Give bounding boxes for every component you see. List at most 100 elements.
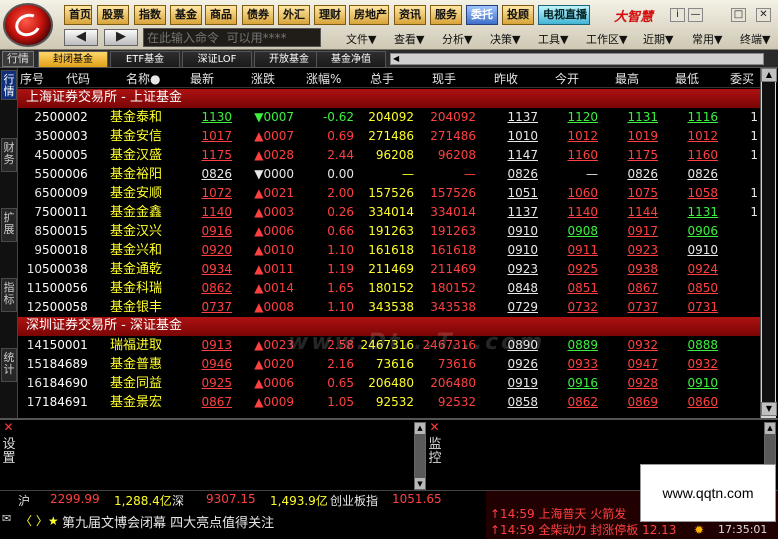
table-row[interactable]: 15 184689 基金普惠 0946 ▲0020 2.16 73616 73616 0926 0…	[18, 355, 760, 374]
cell-low: 1012	[687, 129, 718, 143]
vtab-financial[interactable]: 财务	[1, 138, 17, 172]
nav-button-trade[interactable]: 委托	[466, 5, 498, 25]
mail-icon[interactable]: ✉	[2, 512, 11, 525]
table-vertical-scrollbar[interactable]: ▲ ▼	[760, 68, 777, 418]
table-row[interactable]: 11 500056 基金科瑞 0862 ▲0014 1.65 180152 180152 084…	[18, 279, 760, 298]
nav-button-commodity[interactable]: 商品	[205, 5, 237, 25]
scroll-thumb[interactable]	[415, 434, 425, 478]
vtab-extend[interactable]: 扩展	[1, 208, 17, 242]
menu-decision[interactable]: 决策▼	[490, 31, 520, 47]
nav-button-finance[interactable]: 理财	[314, 5, 346, 25]
col-header-open[interactable]: 今开	[555, 70, 579, 87]
tab-market[interactable]: 行情	[2, 51, 34, 67]
col-header-index[interactable]: 序号	[20, 70, 44, 87]
nav-button-fund[interactable]: 基金	[170, 5, 202, 25]
nav-button-stocks[interactable]: 股票	[97, 5, 129, 25]
table-row[interactable]: 3 500003 基金安信 1017 ▲0007 0.69 271486 271486 1010…	[18, 127, 760, 146]
table-row[interactable]: 8 500015 基金汉兴 0916 ▲0006 0.66 191263 191263 0910…	[18, 222, 760, 241]
nav-button-service[interactable]: 服务	[430, 5, 462, 25]
menu-common[interactable]: 常用▼	[692, 31, 722, 47]
table-row[interactable]: 17 184691 基金景宏 0867 ▲0009 1.05 92532 92532 0858 0…	[18, 393, 760, 412]
col-header-volume[interactable]: 总手	[370, 70, 394, 87]
forward-button[interactable]: ▶	[104, 29, 138, 46]
fund-name: 基金兴和	[110, 243, 163, 258]
nav-button-advisor[interactable]: 投顾	[502, 5, 534, 25]
nav-button-realestate[interactable]: 房地产	[349, 5, 389, 25]
table-row[interactable]: 5 500006 基金裕阳 0826 ▼0000 0.00 — — 0826 — 0826 0826	[18, 165, 760, 184]
cell-last: 0826	[201, 167, 232, 181]
maximize-icon[interactable]: □	[731, 8, 746, 22]
menu-terminal[interactable]: 终端▼	[740, 31, 770, 47]
scroll-up-icon[interactable]: ▲	[415, 423, 425, 433]
menu-file[interactable]: 文件▼	[346, 31, 376, 47]
nav-button-news[interactable]: 资讯	[394, 5, 426, 25]
vtab-market[interactable]: 行情	[1, 70, 17, 100]
tab-open-fund[interactable]: 开放基金	[254, 51, 324, 68]
sh-index-value[interactable]: 2299.99	[50, 492, 100, 506]
scroll-left-icon[interactable]: ◀	[393, 54, 401, 64]
table-row[interactable]: 7 500011 基金金鑫 1140 ▲0003 0.26 334014 334014 1137…	[18, 203, 760, 222]
sz-index-value[interactable]: 9307.15	[206, 492, 256, 506]
left-panel-scrollbar[interactable]: ▲ ▼	[414, 422, 426, 490]
col-header-current-volume[interactable]: 现手	[432, 70, 456, 87]
table-row[interactable]: 6 500009 基金安顺 1072 ▲0021 2.00 157526 157526 1051…	[18, 184, 760, 203]
monitor-label[interactable]: 监控	[427, 438, 443, 466]
menu-workspace[interactable]: 工作区▼	[586, 31, 627, 47]
col-header-bid[interactable]: 委买	[730, 70, 754, 87]
vtab-indicator[interactable]: 指标	[1, 278, 17, 312]
scroll-up-icon[interactable]: ▲	[761, 68, 777, 82]
nav-button-home[interactable]: 首页	[64, 5, 92, 25]
nav-button-bond[interactable]: 债券	[242, 5, 274, 25]
ticker-item[interactable]: ↑14:59 上海普天 火箭发	[490, 505, 626, 522]
menu-analysis[interactable]: 分析▼	[442, 31, 472, 47]
menu-view[interactable]: 查看▼	[394, 31, 424, 47]
news-headline[interactable]: 第九届文博会闭幕 四大亮点值得关注	[62, 512, 274, 531]
col-header-code[interactable]: 代码	[66, 70, 90, 87]
scroll-thumb[interactable]	[762, 82, 775, 402]
news-nav-icons[interactable]: 〈 〉★	[20, 512, 59, 529]
table-row[interactable]: 2 500002 基金泰和 1130 ▼0007 -0.62 204092 204092 113…	[18, 108, 760, 127]
scroll-down-icon[interactable]: ▼	[761, 402, 777, 416]
scroll-down-icon[interactable]: ▼	[415, 479, 425, 489]
menu-recent[interactable]: 近期▼	[643, 31, 673, 47]
cy-index-value[interactable]: 1051.65	[392, 492, 442, 506]
close-icon[interactable]: ✕	[756, 8, 771, 22]
menu-tools[interactable]: 工具▼	[538, 31, 568, 47]
tab-etf-fund[interactable]: ETF基金	[110, 51, 180, 68]
table-row[interactable]: 10 500038 基金通乾 0934 ▲0011 1.19 211469 211469 092…	[18, 260, 760, 279]
tab-fund-nav[interactable]: 基金净值	[316, 51, 386, 68]
col-header-change-pct[interactable]: 涨幅%	[306, 70, 341, 87]
table-row[interactable]: 12 500058 基金银丰 0737 ▲0008 1.10 343538 343538 072…	[18, 298, 760, 317]
col-header-last[interactable]: 最新	[190, 70, 214, 87]
col-header-name[interactable]: 名称●	[126, 70, 160, 87]
ticker-item[interactable]: ↑14:59 全柴动力 封涨停板 12.13	[490, 521, 676, 538]
settings-label[interactable]: 设置	[1, 438, 17, 466]
tab-sz-lof[interactable]: 深证LOF	[182, 51, 252, 68]
cell-prev: 0910	[507, 224, 538, 238]
app-logo[interactable]	[3, 3, 53, 47]
close-left-panel-icon[interactable]: ✕	[2, 421, 15, 434]
scroll-up-icon[interactable]: ▲	[765, 423, 775, 433]
gear-icon[interactable]: ✹	[694, 523, 704, 537]
col-header-change[interactable]: 涨跌	[251, 70, 275, 87]
command-input[interactable]	[143, 28, 321, 47]
tab-scrollbar[interactable]: ◀	[390, 53, 764, 65]
close-monitor-panel-icon[interactable]: ✕	[428, 421, 441, 434]
table-row[interactable]: 4 500005 基金汉盛 1175 ▲0028 2.44 96208 96208 1147 11…	[18, 146, 760, 165]
nav-button-tv-live[interactable]: 电视直播	[538, 5, 590, 25]
col-header-prev-close[interactable]: 昨收	[494, 70, 518, 87]
cell-vol: 343538	[368, 300, 414, 314]
cell-last: 0916	[201, 224, 232, 238]
cell-pct: 1.10	[327, 300, 354, 314]
col-header-low[interactable]: 最低	[675, 70, 699, 87]
vtab-statistics[interactable]: 统计	[1, 348, 17, 382]
minimize-icon[interactable]: —	[688, 8, 703, 22]
nav-button-forex[interactable]: 外汇	[278, 5, 310, 25]
back-button[interactable]: ◀	[64, 29, 98, 46]
table-row[interactable]: 16 184690 基金同益 0925 ▲0006 0.65 206480 206480 091…	[18, 374, 760, 393]
info-icon[interactable]: i	[670, 8, 685, 22]
tab-closed-fund[interactable]: 封闭基金	[38, 51, 108, 68]
table-row[interactable]: 9 500018 基金兴和 0920 ▲0010 1.10 161618 161618 0910…	[18, 241, 760, 260]
col-header-high[interactable]: 最高	[615, 70, 639, 87]
nav-button-index[interactable]: 指数	[134, 5, 166, 25]
